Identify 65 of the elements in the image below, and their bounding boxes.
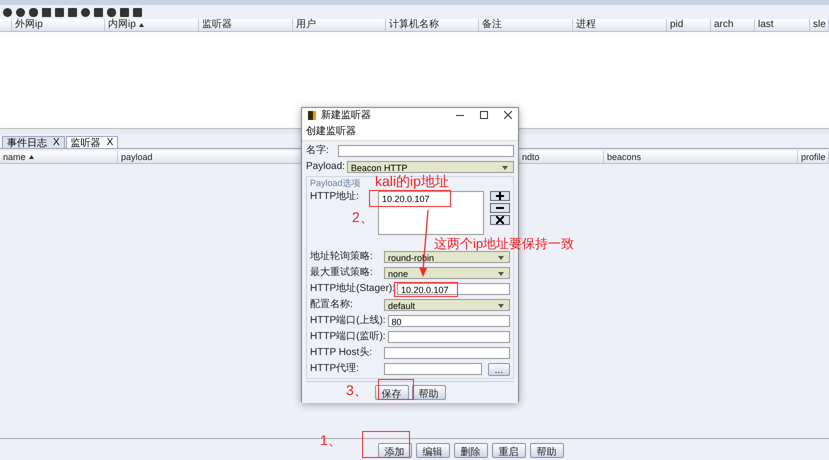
column-header[interactable]: 监听器 [199,19,293,31]
field-label: 地址轮询策略: [310,251,374,263]
highlight-frame [378,379,414,400]
payload-select[interactable]: Beacon HTTP [346,161,514,173]
action-button[interactable]: 添加 [378,443,412,458]
column-header[interactable]: beacons [604,151,798,163]
field-label: 配置名称: [310,299,354,311]
window-title: 新建监听器 [321,108,371,122]
tab[interactable]: 事件日志 X [2,136,65,148]
column-header[interactable]: 用户 [293,19,386,31]
close-icon[interactable] [504,111,512,119]
column-header[interactable]: 内网ip [105,19,199,31]
input-field[interactable]: 10.20.0.107 [397,283,510,295]
annotation-text: 3、 [346,383,368,398]
action-button[interactable]: 帮助 [530,443,564,458]
field-label: Payload: [306,161,345,173]
dialog-button[interactable]: 保存 [374,385,408,400]
highlight-frame [362,431,410,458]
field-label: HTTP Host头: [310,347,374,359]
input-field[interactable]: 80 [388,315,510,327]
column-header[interactable]: 计算机名称 [386,19,479,31]
field-label: HTTP地址: [310,191,360,203]
close-icon[interactable]: X [106,137,114,148]
host-list[interactable]: 10.20.0.107 [378,191,484,235]
action-button[interactable]: 删除 [454,443,488,458]
action-button[interactable]: 重启 [492,443,526,458]
field-label: HTTP地址(Stager): [310,283,396,295]
column-header[interactable]: pid [667,19,711,31]
column-header[interactable]: 进程 [573,19,667,31]
field-label: HTTP端口(监听): [310,331,386,343]
field-label: 名字: [306,145,330,157]
app-logo-icon [308,110,316,120]
annotation-text: 2、 [352,210,374,226]
section-title: Payload选项 [310,178,361,189]
add-icon[interactable] [490,191,510,201]
column-header[interactable]: last [755,19,810,31]
annotation-text: 这两个ip地址要保持一致 [434,237,574,252]
dialog-button[interactable]: 帮助 [412,385,446,400]
delete-icon[interactable] [490,215,510,225]
browse-button[interactable]: ... [488,362,510,376]
field-label: 最大重试策略: [310,267,374,279]
column-header[interactable]: 外网ip [12,19,105,31]
action-button[interactable]: 编辑 [416,443,450,458]
close-icon[interactable]: X [53,137,60,148]
remove-icon[interactable] [490,203,510,213]
annotation-text: 1、 [320,433,342,448]
column-header[interactable]: arch [711,19,755,31]
input-field[interactable] [384,363,482,375]
column-header[interactable]: sle [810,19,829,31]
field-label: HTTP端口(上线): [310,315,386,327]
name-field[interactable] [338,145,514,157]
annotation-text: kali的ip地址 [375,174,449,190]
input-field[interactable] [384,347,510,359]
tab[interactable]: 监听器 X [66,136,118,148]
maximize-icon[interactable] [480,111,488,119]
sort-arrow-icon [28,155,34,159]
column-header[interactable]: name [0,151,118,163]
sort-arrow-icon [138,23,144,27]
input-field[interactable] [388,331,510,343]
dropdown-field[interactable]: default [384,299,510,311]
highlight-frame [394,282,458,297]
column-header[interactable]: 备注 [479,19,573,31]
field-label: HTTP代理: [310,363,360,375]
dropdown-field[interactable]: none [384,267,510,279]
column-header[interactable]: profile [798,151,829,163]
